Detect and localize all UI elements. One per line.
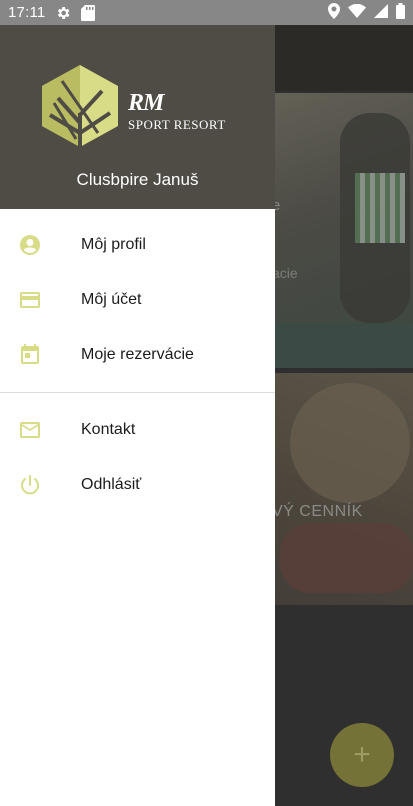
add-fab-button[interactable]: + xyxy=(330,723,394,787)
menu-label-logout: Odhlásiť xyxy=(81,475,142,493)
sd-card-icon xyxy=(81,4,96,21)
drawer-menu: Môj profil Môj účet Moje rezervácie xyxy=(0,209,275,382)
signal-icon xyxy=(374,3,388,22)
drawer-header: RM SPORT RESORT Clusbpire Januš xyxy=(0,25,275,209)
battery-icon xyxy=(396,2,405,23)
menu-label-reservations: Moje rezervácie xyxy=(81,345,194,363)
menu-item-contact[interactable]: Kontakt xyxy=(0,402,275,457)
menu-item-reservations[interactable]: Moje rezervácie xyxy=(0,327,275,382)
gear-icon xyxy=(55,5,71,21)
menu-item-account[interactable]: Môj účet xyxy=(0,272,275,327)
status-bar: 17:11 xyxy=(0,0,413,25)
background-photo-therapist xyxy=(290,383,410,503)
resort-brand: RM SPORT RESORT xyxy=(128,91,226,133)
background-photo-shirt xyxy=(355,173,405,243)
calendar-icon xyxy=(18,343,42,367)
menu-label-profile: Môj profil xyxy=(81,235,146,253)
menu-item-profile[interactable]: Môj profil xyxy=(0,217,275,272)
navigation-drawer: RM SPORT RESORT Clusbpire Januš Môj prof… xyxy=(0,25,275,806)
menu-label-account: Môj účet xyxy=(81,290,142,308)
menu-label-contact: Kontakt xyxy=(81,420,136,438)
resort-logo-icon xyxy=(40,63,120,154)
drawer-secondary-menu: Kontakt Odhlásiť xyxy=(0,402,275,512)
background-card-2-label: VÝ CENNÍK xyxy=(272,503,363,520)
background-photo-client xyxy=(280,523,413,593)
menu-item-logout[interactable]: Odhlásiť xyxy=(0,457,275,512)
menu-divider xyxy=(0,392,275,393)
brand-sport-resort: SPORT RESORT xyxy=(128,117,226,132)
mail-icon xyxy=(18,418,42,442)
credit-card-icon xyxy=(18,288,42,312)
account-circle-icon xyxy=(18,233,42,257)
background-card-1-label: acie xyxy=(272,265,298,281)
location-icon xyxy=(328,2,340,23)
background-photo-trampoline xyxy=(275,323,413,368)
brand-rm: RM xyxy=(128,90,164,116)
user-name: Clusbpire Januš xyxy=(76,170,199,189)
status-time: 17:11 xyxy=(8,4,46,21)
wifi-icon xyxy=(348,3,366,22)
power-icon xyxy=(18,473,42,497)
